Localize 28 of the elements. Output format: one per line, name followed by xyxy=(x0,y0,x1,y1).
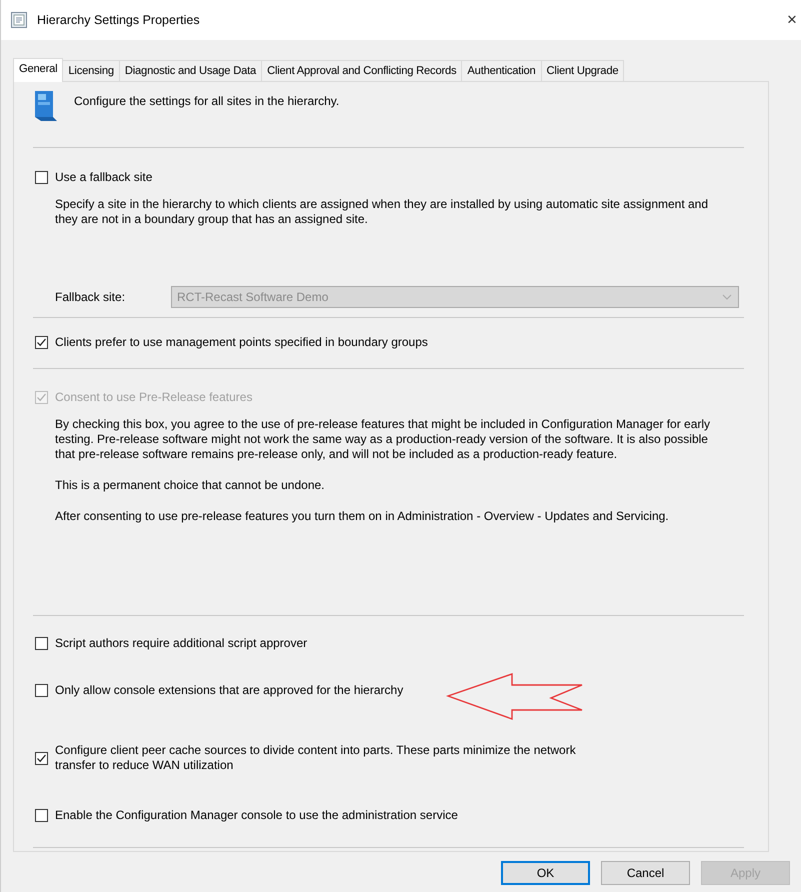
checkbox-label: Enable the Configuration Manager console to use the administration service xyxy=(55,808,458,823)
checkbox-label: Only allow console extensions that are approved for the hierarchy xyxy=(55,683,404,698)
header-text: Configure the settings for all sites in the hierarchy. xyxy=(74,94,340,108)
dialog-button[interactable]: Cancel xyxy=(601,861,690,885)
description-text: This is a permanent choice that cannot be undone. xyxy=(55,478,326,493)
chevron-icon xyxy=(722,294,732,300)
description-text: After consenting to use pre-release features you turn them on in Administration - Overview - Updates and Servicing. xyxy=(55,509,670,524)
description-text: Specify a site in the hierarchy to which clients are assigned when they are installed by using automatic site assignment and they are not in a boundary group that has an assigned site. xyxy=(55,197,710,227)
tab[interactable]: General xyxy=(13,58,64,82)
checkbox[interactable] xyxy=(35,684,48,697)
description-text: By checking this box, you agree to the use of pre-release features that might be included in Configuration Manager for early testing. Pre-release software might not work the same way as a production-ready version of the software. It is also possible that pre-release software remains pre-release only, and will not be included as a production-ready feature. xyxy=(55,417,712,462)
window-title: Hierarchy Settings Properties xyxy=(37,13,200,27)
checkbox-label: Consent to use Pre-Release features xyxy=(55,390,252,405)
checkbox-label: Script authors require additional script approver xyxy=(55,636,308,651)
checkbox[interactable] xyxy=(35,336,48,349)
checkbox[interactable] xyxy=(35,637,48,650)
checkbox[interactable] xyxy=(35,809,48,822)
checkbox-label: Configure client peer cache sources to divide content into parts. These parts minimize the network transfer to reduce WAN utilization xyxy=(55,743,577,773)
checkbox-label: Use a fallback site xyxy=(55,170,152,185)
checkbox[interactable] xyxy=(35,171,48,184)
properties-icon xyxy=(11,12,27,28)
close-button[interactable]: × xyxy=(787,10,801,30)
hierarchy-icon xyxy=(33,90,57,122)
checkbox-label: Clients prefer to use management points specified in boundary groups xyxy=(55,335,428,350)
checkbox[interactable] xyxy=(35,752,48,764)
field-label: Fallback site: xyxy=(55,290,126,304)
tab[interactable]: Client Upgrade xyxy=(540,60,624,81)
dialog-button[interactable]: OK xyxy=(501,861,590,885)
